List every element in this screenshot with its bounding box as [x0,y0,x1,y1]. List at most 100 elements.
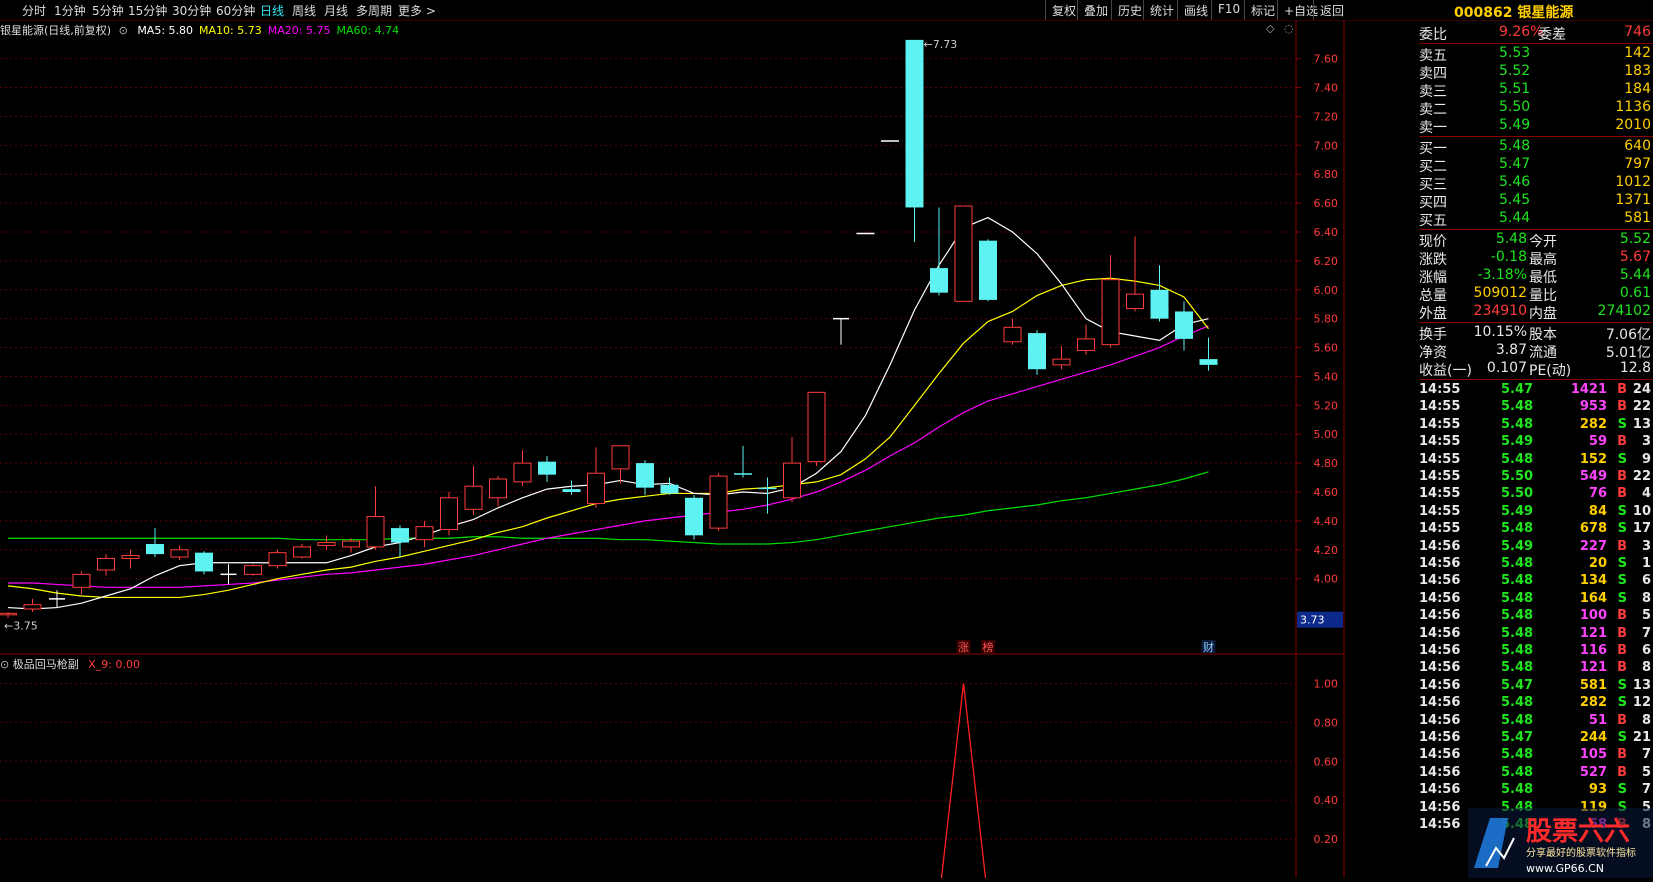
candle-body-up [366,516,385,548]
separator [1419,379,1653,380]
y-tick-label: 7.20 [1314,110,1339,123]
trade-count: 3 [1641,538,1651,554]
trade-volume: 282 [1579,416,1607,432]
candle[interactable] [979,239,997,302]
candle[interactable] [807,391,826,466]
trade-direction: B [1617,538,1627,554]
candle-body-up [1126,293,1144,310]
candle[interactable] [317,535,336,550]
candle[interactable] [833,317,849,345]
candle[interactable] [23,598,42,612]
weibi-value: 9.26% [1499,24,1544,40]
trade-count: 5 [1641,608,1651,624]
separator [1419,136,1653,137]
candle[interactable] [1175,301,1193,351]
trade-count: 13 [1632,416,1651,432]
candle[interactable] [1101,255,1120,348]
asks-label: 卖四 [1419,66,1447,82]
trade-price: 5.49 [1501,538,1534,554]
candle[interactable] [1150,265,1169,322]
candle[interactable] [783,437,801,503]
candle-body-up [415,526,434,541]
event-marker[interactable]: 涨 [958,641,969,654]
stat-label: 涨幅 [1419,270,1447,286]
candle[interactable] [146,528,164,557]
candle[interactable] [758,477,777,514]
trade-direction: S [1617,573,1627,589]
candle[interactable] [391,525,409,557]
weibi-label: 委比 [1419,27,1447,43]
candle[interactable] [72,571,91,595]
candle[interactable] [244,564,262,576]
candle[interactable] [709,473,728,531]
candle[interactable] [562,480,581,495]
y-tick-label: 7.40 [1314,82,1339,95]
event-marker[interactable]: 财 [1203,640,1214,654]
trade-volume: 244 [1579,730,1607,745]
candle[interactable] [366,486,385,550]
candle-body-down [636,463,654,488]
candle[interactable] [220,564,237,585]
candle[interactable] [97,554,115,576]
candle[interactable] [489,476,507,507]
trade-count: 12 [1632,695,1651,711]
stat2-row: 净资 3.87 流通 5.01亿 [1419,342,1653,361]
trade-time: 14:56 [1419,625,1461,641]
candle-body-down [195,552,213,572]
event-marker[interactable]: 榜 [983,640,994,654]
candle[interactable] [1003,318,1022,345]
candle[interactable] [0,611,17,618]
candle-body-up [0,612,17,616]
candle[interactable] [636,460,654,495]
stat-label: 量比 [1529,288,1557,304]
candle[interactable] [342,538,360,553]
bids-row: 买四 5.45 1371 [1419,192,1653,211]
candle[interactable] [513,450,532,487]
candle[interactable] [685,494,703,540]
candle[interactable] [611,445,630,484]
asks-label: 卖五 [1419,48,1447,64]
trade-volume: 121 [1579,660,1607,676]
candle[interactable] [538,455,556,482]
candle-body-up [513,462,532,483]
stat-row: 涨幅 -3.18% 最低 5.44 [1419,267,1653,286]
candle[interactable] [293,544,311,559]
candle[interactable] [464,466,483,516]
trade-time: 14:55 [1419,469,1461,484]
bids-label: 买四 [1419,195,1447,211]
candle[interactable] [1126,236,1144,312]
candle[interactable] [1028,330,1046,375]
candle-body-up [293,546,311,558]
candle[interactable] [49,590,65,608]
trade-direction: B [1617,712,1627,728]
candle[interactable] [905,39,924,243]
y-tick-label: 5.40 [1314,370,1339,383]
candle-body-down [1028,333,1046,370]
candle[interactable] [121,549,140,569]
candle[interactable] [440,492,458,536]
trade-direction: B [1617,469,1627,484]
candle[interactable] [660,477,679,495]
asks-row: 卖四 5.52 183 [1419,63,1653,82]
y-tick-label: 4.00 [1314,573,1339,586]
y-tick-label: 5.60 [1314,342,1339,355]
trade-price: 5.48 [1501,399,1534,415]
candle[interactable] [195,551,213,575]
trade-time: 14:55 [1419,399,1461,415]
candle[interactable] [587,447,605,508]
candle-body-down [930,268,948,293]
candle-body-down [1199,359,1218,365]
candle[interactable] [1052,346,1071,370]
candle[interactable] [1077,324,1095,355]
trade-row: 14:56 5.48 116 B 6 [1419,643,1653,661]
candle[interactable] [268,549,287,569]
candle[interactable] [954,205,973,302]
kline-chart[interactable]: 7.60 7.40 7.20 7.00 6.80 6.60 6.40 6.20 6.00 5.80… [0,0,1345,878]
candle[interactable] [930,207,948,296]
candle[interactable] [170,545,189,560]
candle[interactable] [415,520,434,547]
candle[interactable] [1199,337,1218,371]
candle[interactable] [734,445,752,478]
candle-body-down [758,487,777,490]
trade-count: 1 [1641,556,1651,571]
